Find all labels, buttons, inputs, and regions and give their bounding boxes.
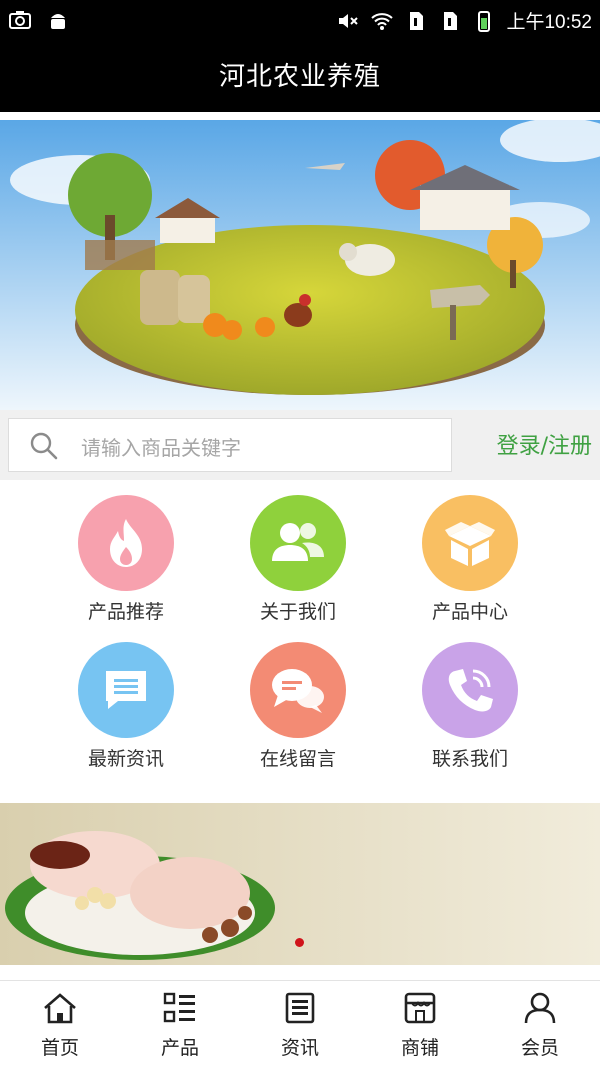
status-time: 上午10:52 bbox=[506, 12, 592, 33]
menu-item-product-recommend[interactable]: 产品推荐 bbox=[36, 495, 216, 624]
battery-icon bbox=[478, 10, 491, 32]
sim1-icon bbox=[410, 11, 424, 30]
menu-label: 产品中心 bbox=[431, 601, 508, 623]
users-icon bbox=[250, 495, 346, 591]
wifi-icon bbox=[371, 12, 394, 30]
news-icon bbox=[285, 992, 315, 1024]
nav-member[interactable]: 会员 bbox=[480, 991, 600, 1060]
farm-banner[interactable] bbox=[0, 120, 600, 410]
nav-news[interactable]: 资讯 bbox=[240, 991, 360, 1060]
nav-label: 产品 bbox=[160, 1037, 199, 1059]
menu-label: 产品推荐 bbox=[87, 601, 164, 623]
android-icon bbox=[51, 14, 65, 29]
phone-icon bbox=[422, 642, 518, 738]
home-icon bbox=[44, 993, 76, 1024]
nav-store[interactable]: 商铺 bbox=[360, 991, 480, 1060]
search-bar: 请输入商品关键字 登录/注册 bbox=[0, 410, 600, 480]
nav-label: 首页 bbox=[40, 1037, 79, 1059]
page-title: 河北农业养殖 bbox=[218, 62, 381, 92]
fire-icon bbox=[78, 495, 174, 591]
mute-icon bbox=[339, 13, 359, 28]
sim2-icon bbox=[444, 11, 458, 30]
user-icon bbox=[524, 992, 556, 1024]
carousel-indicator[interactable] bbox=[295, 938, 304, 947]
screenshot-icon bbox=[9, 11, 31, 29]
search-placeholder: 请输入商品关键字 bbox=[81, 436, 241, 460]
search-input[interactable]: 请输入商品关键字 bbox=[8, 418, 452, 472]
nav-label: 会员 bbox=[520, 1037, 559, 1059]
nav-products[interactable]: 产品 bbox=[120, 991, 240, 1060]
menu-item-online-message[interactable]: 在线留言 bbox=[208, 642, 388, 771]
nav-label: 商铺 bbox=[400, 1037, 439, 1059]
store-icon bbox=[404, 992, 436, 1024]
bottom-navigation: 首页 产品 资讯 商铺 会员 bbox=[0, 980, 600, 1068]
menu-label: 联系我们 bbox=[431, 748, 508, 770]
farm-illustration bbox=[0, 120, 600, 410]
list-icon bbox=[163, 992, 195, 1023]
search-icon bbox=[30, 432, 58, 460]
document-icon bbox=[78, 642, 174, 738]
menu-item-latest-news[interactable]: 最新资讯 bbox=[36, 642, 216, 771]
nav-label: 资讯 bbox=[280, 1037, 319, 1059]
login-register-link[interactable]: 登录/注册 bbox=[497, 428, 592, 460]
box-icon bbox=[422, 495, 518, 591]
menu-label: 在线留言 bbox=[259, 748, 336, 770]
status-bar: 上午10:52 bbox=[0, 0, 600, 42]
menu-label: 最新资讯 bbox=[87, 748, 164, 770]
menu-item-product-center[interactable]: 产品中心 bbox=[380, 495, 560, 624]
menu-label: 关于我们 bbox=[259, 601, 336, 623]
menu-item-about-us[interactable]: 关于我们 bbox=[208, 495, 388, 624]
menu-item-contact-us[interactable]: 联系我们 bbox=[380, 642, 560, 771]
nav-home[interactable]: 首页 bbox=[0, 991, 120, 1060]
title-bar: 河北农业养殖 bbox=[0, 42, 600, 112]
chat-icon bbox=[250, 642, 346, 738]
category-grid: 产品推荐 关于我们 产品中心 最新资讯 在线留言 联系我们 bbox=[0, 480, 600, 800]
